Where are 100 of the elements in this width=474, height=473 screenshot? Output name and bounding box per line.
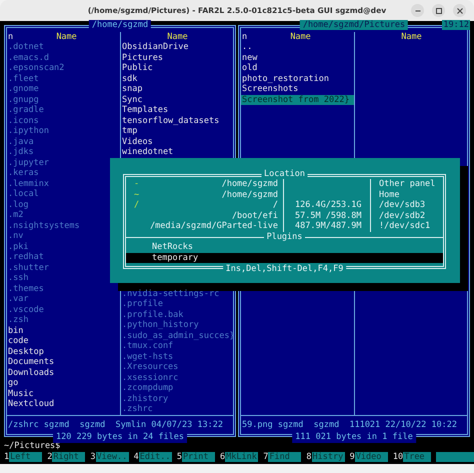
file-name[interactable]: winedotnet bbox=[121, 147, 233, 158]
file-name[interactable]: photo_restoration bbox=[241, 74, 354, 84]
sort-indicator: n bbox=[242, 32, 248, 42]
file-name[interactable]: .zshrc bbox=[121, 404, 233, 415]
dialog-title: Location bbox=[261, 168, 308, 180]
minimize-button[interactable] bbox=[411, 4, 424, 17]
file-name[interactable]: Documents bbox=[7, 357, 120, 368]
function-key[interactable]: View.. bbox=[96, 452, 129, 462]
location-path[interactable]: /boot/efi bbox=[140, 210, 283, 222]
file-name[interactable]: .gnupg bbox=[7, 94, 120, 105]
file-name[interactable]: Desktop bbox=[7, 346, 120, 357]
close-icon bbox=[456, 8, 462, 14]
file-name[interactable]: .var bbox=[7, 294, 120, 304]
file-name[interactable]: .vscode bbox=[7, 304, 120, 315]
drive-marker: / bbox=[133, 200, 140, 211]
function-key[interactable]: MkLink bbox=[225, 452, 258, 462]
function-key[interactable]: Video bbox=[354, 452, 388, 462]
file-name[interactable]: Screenshot from 2022} bbox=[241, 94, 354, 105]
file-name[interactable]: Videos bbox=[121, 136, 233, 147]
key-number: 8 bbox=[306, 452, 312, 462]
plugin-item[interactable]: NetRocks bbox=[126, 242, 443, 253]
file-name[interactable]: Downloads bbox=[7, 368, 120, 378]
device-name: /dev/sdb2 bbox=[370, 210, 443, 222]
panel-path: /home/sgzmd/Pictures bbox=[300, 20, 408, 30]
file-name[interactable]: Screenshots bbox=[241, 84, 354, 94]
file-name[interactable]: bin bbox=[7, 326, 120, 336]
file-name[interactable]: .python_history bbox=[121, 320, 233, 331]
file-name[interactable]: go bbox=[7, 378, 120, 388]
panel-path: /home/sgzmd bbox=[88, 20, 152, 30]
file-name[interactable]: new bbox=[241, 52, 354, 63]
plugin-item[interactable]: temporary bbox=[126, 252, 443, 264]
section-title: Plugins bbox=[264, 232, 306, 242]
file-name[interactable]: .profile bbox=[121, 299, 233, 310]
file-name[interactable]: .gradle bbox=[7, 105, 120, 116]
file-name[interactable]: .zcompdump bbox=[121, 383, 233, 394]
column-header: Name bbox=[166, 32, 189, 42]
file-name[interactable]: tensorflow_datasets bbox=[121, 116, 233, 126]
function-key[interactable]: Histry bbox=[312, 452, 345, 462]
device-name: /dev/sdb3 bbox=[370, 200, 443, 211]
file-name[interactable]: .fleet bbox=[7, 74, 120, 84]
column-header: Name bbox=[55, 32, 78, 42]
file-name[interactable]: .themes bbox=[7, 284, 120, 294]
location-path[interactable]: /media/sgzmd/GParted-live bbox=[140, 221, 283, 232]
file-name[interactable]: .gnome bbox=[7, 84, 120, 94]
minimize-icon bbox=[414, 8, 420, 14]
function-key[interactable]: Find bbox=[268, 452, 302, 462]
file-name[interactable]: Sync bbox=[121, 94, 233, 105]
file-name[interactable]: tmp bbox=[121, 126, 233, 136]
file-name[interactable]: .ipython bbox=[7, 126, 120, 136]
hotkeys-hint: Ins,Del,Shift-Del,F4,F9 bbox=[222, 264, 346, 274]
file-name[interactable]: .emacs.d bbox=[7, 52, 120, 63]
file-name[interactable]: Music bbox=[7, 388, 120, 399]
location-path[interactable]: /home/sgzmd bbox=[140, 179, 283, 190]
drive-marker: ~ bbox=[133, 190, 140, 200]
file-name[interactable]: .. bbox=[241, 42, 354, 52]
function-key[interactable]: Left bbox=[9, 452, 42, 462]
file-name[interactable]: ObsidianDrive bbox=[121, 42, 233, 52]
keybar-filler bbox=[436, 452, 474, 462]
column-header: Name bbox=[289, 32, 312, 42]
file-info: /zshrc sgzmd sgzmd Symlin 04/07/23 13:22 bbox=[7, 414, 233, 430]
file-name[interactable]: .dotnet bbox=[7, 42, 120, 52]
file-name[interactable]: Public bbox=[121, 63, 233, 74]
file-name[interactable]: code bbox=[7, 336, 120, 346]
function-key[interactable]: Edit.. bbox=[138, 452, 172, 462]
panel-summary: 111 021 bytes in 1 file bbox=[292, 432, 416, 442]
file-name[interactable]: .tmux.conf bbox=[121, 341, 233, 352]
file-name[interactable]: .xsessionrc bbox=[121, 372, 233, 384]
file-name[interactable]: .zhistory bbox=[121, 394, 233, 404]
device-name: Home bbox=[370, 190, 443, 200]
file-name[interactable]: .profile.bak bbox=[121, 310, 233, 320]
file-name[interactable]: sdk bbox=[121, 74, 233, 84]
disk-usage: 57.5M /598.8M bbox=[283, 210, 370, 222]
device-name: Other panel bbox=[370, 179, 443, 190]
function-key[interactable]: Right bbox=[52, 452, 86, 462]
key-number: 10 bbox=[392, 452, 404, 462]
file-name[interactable]: old bbox=[241, 63, 354, 74]
key-number: 3 bbox=[90, 452, 96, 462]
file-name[interactable]: .nvidia-settings-rc bbox=[121, 288, 233, 300]
file-name[interactable]: .jdks bbox=[7, 147, 120, 158]
key-number: 4 bbox=[134, 452, 139, 462]
file-name[interactable]: .epsonscan2 bbox=[7, 63, 120, 74]
file-name[interactable]: .zsh bbox=[7, 315, 120, 326]
function-key[interactable]: Tree bbox=[403, 452, 432, 462]
maximize-button[interactable] bbox=[432, 4, 445, 17]
key-number: 5 bbox=[176, 452, 182, 462]
location-path[interactable]: / bbox=[140, 200, 283, 211]
file-name[interactable]: Nextcloud bbox=[7, 399, 120, 410]
file-name[interactable]: snap bbox=[121, 84, 233, 94]
function-key[interactable]: Print bbox=[182, 452, 216, 462]
file-name[interactable]: .java bbox=[7, 136, 120, 147]
close-button[interactable] bbox=[453, 4, 466, 17]
clock: 19:12 bbox=[442, 20, 470, 30]
file-name[interactable]: Pictures bbox=[121, 52, 233, 63]
file-name[interactable]: .wget-hsts bbox=[121, 352, 233, 362]
key-number: 7 bbox=[263, 452, 268, 462]
panel-summary: 120 229 bytes in 24 files bbox=[53, 432, 187, 442]
file-name[interactable]: .Xresources bbox=[121, 362, 233, 373]
file-name[interactable]: .icons bbox=[7, 116, 120, 126]
file-name[interactable]: Templates bbox=[121, 105, 233, 116]
location-path[interactable]: /home/sgzmd bbox=[140, 190, 283, 200]
